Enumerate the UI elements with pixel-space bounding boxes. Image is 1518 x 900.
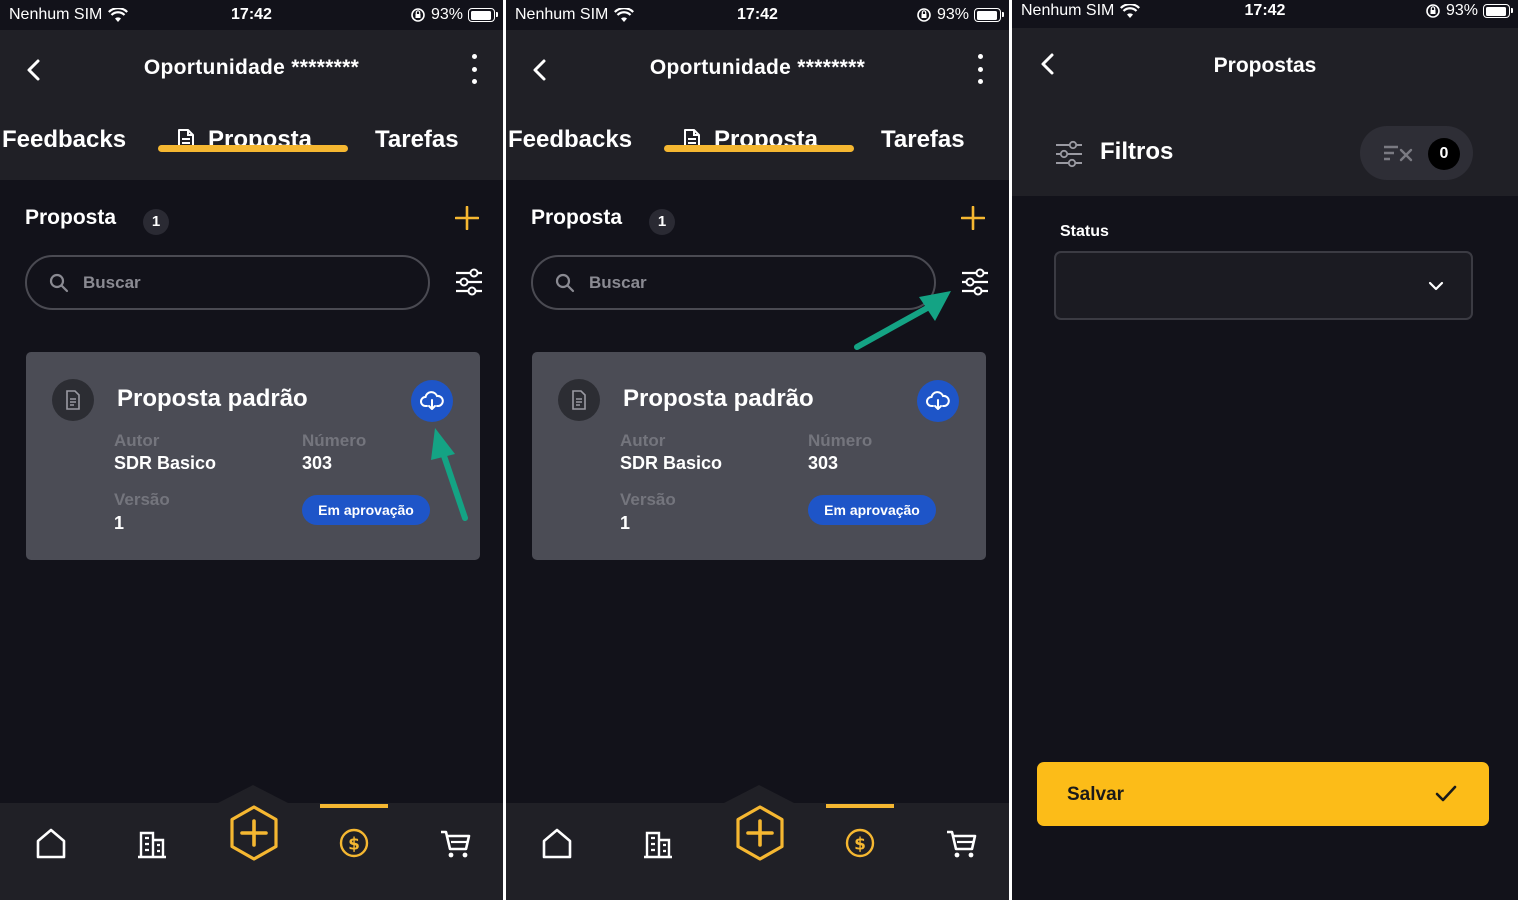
battery-icon xyxy=(468,8,498,22)
document-icon xyxy=(52,379,94,421)
cloud-download-button[interactable] xyxy=(411,380,453,422)
number-value: 303 xyxy=(302,453,333,473)
building-icon[interactable] xyxy=(134,825,170,861)
version-label: Versão xyxy=(620,490,676,509)
tab-feedbacks[interactable]: Feedbacks xyxy=(508,126,632,154)
cloud-download-button[interactable] xyxy=(917,380,959,422)
tab-tarefas[interactable]: Tarefas xyxy=(881,126,965,154)
home-icon[interactable] xyxy=(539,825,575,861)
orientation-lock-icon xyxy=(411,8,425,22)
author-value: SDR Basico xyxy=(620,453,723,473)
page-title: Oportunidade ******** xyxy=(649,56,866,79)
status-bar: Nenhum SIM 17:42 93% xyxy=(1012,0,1518,26)
author-label: Autor xyxy=(620,431,666,450)
author-value: SDR Basico xyxy=(114,453,217,473)
tab-tarefas[interactable]: Tarefas xyxy=(375,126,459,154)
save-button[interactable]: Salvar xyxy=(1037,762,1489,826)
version-value: 1 xyxy=(114,513,125,533)
proposal-card[interactable]: Proposta padrão Autor SDR Basico Número … xyxy=(26,352,480,560)
cloud-download-icon xyxy=(420,391,444,410)
dollar-icon[interactable]: $ xyxy=(842,825,878,861)
number-label: Número xyxy=(302,431,367,450)
svg-text:$: $ xyxy=(348,835,360,855)
add-icon[interactable] xyxy=(732,804,788,862)
search-field[interactable] xyxy=(531,255,936,310)
save-label: Salvar xyxy=(1067,784,1125,805)
orientation-lock-icon xyxy=(917,8,931,22)
clear-filter-icon xyxy=(1384,145,1413,162)
clear-filters-button[interactable]: 0 xyxy=(1360,126,1473,180)
nav-active-indicator xyxy=(826,804,894,808)
building-icon[interactable] xyxy=(640,825,676,861)
screen-proposta-1: Nenhum SIM 17:42 93% Oportunidade ******… xyxy=(0,0,503,900)
filter-header: Propostas Filtros 0 xyxy=(1012,28,1518,196)
screen-filtros: Nenhum SIM 17:42 93% Propostas Filtros 0… xyxy=(1012,0,1518,900)
app-header: Oportunidade ******** Feedbacks Proposta… xyxy=(506,30,1009,180)
nav-active-indicator xyxy=(320,804,388,808)
cart-icon[interactable] xyxy=(438,825,474,861)
version-value: 1 xyxy=(620,513,631,533)
number-label: Número xyxy=(808,431,873,450)
status-badge: Em aprovação xyxy=(302,495,430,525)
search-field[interactable] xyxy=(25,255,430,310)
active-tab-indicator xyxy=(158,145,348,152)
card-title: Proposta padrão xyxy=(623,385,814,412)
filter-sliders-icon xyxy=(1056,140,1082,168)
filter-count-badge: 0 xyxy=(1428,138,1460,170)
check-icon xyxy=(1435,785,1457,802)
filter-sliders-icon[interactable] xyxy=(453,267,485,297)
search-icon xyxy=(555,273,575,292)
app-header: Oportunidade ******** Feedbacks Proposta… xyxy=(0,30,503,180)
battery-icon xyxy=(974,8,1004,22)
screen-proposta-2: Nenhum SIM 17:42 93% Oportunidade ******… xyxy=(506,0,1009,900)
search-icon xyxy=(49,273,69,292)
author-label: Autor xyxy=(114,431,160,450)
count-badge: 1 xyxy=(649,209,675,235)
add-icon[interactable] xyxy=(226,804,282,862)
battery-percent: 93% xyxy=(1445,2,1478,19)
filters-label: Filtros xyxy=(1100,138,1174,165)
active-tab-indicator xyxy=(664,145,854,152)
more-options-icon[interactable] xyxy=(467,54,481,84)
home-icon[interactable] xyxy=(33,825,69,861)
section-title: Proposta xyxy=(25,206,117,229)
page-title: Oportunidade ******** xyxy=(143,56,360,79)
cloud-download-icon xyxy=(926,391,950,410)
tab-feedbacks[interactable]: Feedbacks xyxy=(2,126,126,154)
add-proposal-button[interactable] xyxy=(961,206,985,230)
chevron-down-icon xyxy=(1428,281,1444,291)
status-label: Status xyxy=(1060,223,1109,240)
battery-icon xyxy=(1483,4,1513,18)
status-select[interactable] xyxy=(1054,251,1473,320)
count-badge: 1 xyxy=(143,209,169,235)
number-value: 303 xyxy=(808,453,839,473)
card-title: Proposta padrão xyxy=(117,385,308,412)
version-label: Versão xyxy=(114,490,170,509)
search-input[interactable] xyxy=(83,272,383,293)
status-badge: Em aprovação xyxy=(808,495,936,525)
add-proposal-button[interactable] xyxy=(455,206,479,230)
more-options-icon[interactable] xyxy=(973,54,987,84)
section-title: Proposta xyxy=(531,206,623,229)
search-input[interactable] xyxy=(589,272,889,293)
dollar-icon[interactable]: $ xyxy=(336,825,372,861)
page-title: Propostas xyxy=(1213,54,1317,77)
battery-percent: 93% xyxy=(430,6,463,23)
status-bar: Nenhum SIM 17:42 93% xyxy=(0,0,503,30)
svg-text:$: $ xyxy=(854,835,866,855)
document-icon xyxy=(558,379,600,421)
battery-percent: 93% xyxy=(936,6,969,23)
status-bar: Nenhum SIM 17:42 93% xyxy=(506,0,1009,30)
cart-icon[interactable] xyxy=(944,825,980,861)
filter-sliders-icon[interactable] xyxy=(959,267,991,297)
orientation-lock-icon xyxy=(1426,4,1440,18)
proposal-card[interactable]: Proposta padrão Autor SDR Basico Número … xyxy=(532,352,986,560)
